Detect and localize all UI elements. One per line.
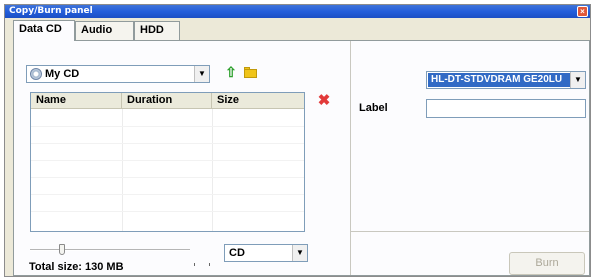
drive-select-value: HL-DT-STDVDRAM GE20LU [428,73,570,87]
title-bar[interactable]: Copy/Burn panel × [5,5,590,18]
up-arrow-icon[interactable]: ⇧ [223,64,239,80]
burn-button[interactable]: Burn [509,252,585,275]
delete-icon[interactable]: ✖ [317,93,331,108]
media-type-value: CD [229,247,245,259]
chevron-down-icon[interactable]: ▼ [194,66,209,82]
tab-panel: My CD ▼ ⇧ Name Duration Size ✖ Total siz… [13,40,590,276]
panel-divider-horizontal [351,231,589,232]
file-list[interactable]: Name Duration Size [30,92,305,232]
tab-audio-cd[interactable]: Audio CD [75,21,134,53]
window-title: Copy/Burn panel [9,6,93,16]
row-gridline [31,143,304,144]
list-header: Name Duration Size [31,93,304,109]
panel-divider [350,41,351,275]
total-size-text: Total size: 130 MB [29,261,124,273]
new-folder-icon[interactable] [243,64,259,80]
disc-select[interactable]: My CD ▼ [26,65,210,83]
slider-thumb[interactable] [59,244,65,255]
chevron-down-icon[interactable]: ▼ [292,245,307,261]
slider-tick [209,263,210,266]
size-slider[interactable] [30,249,190,251]
disc-select-value: My CD [45,68,80,80]
row-gridline [31,177,304,178]
column-header-size[interactable]: Size [212,93,304,109]
folder-body-shape [244,69,257,78]
row-gridline [31,126,304,127]
close-button[interactable]: × [577,6,588,17]
tab-hdd[interactable]: HDD [134,21,180,40]
media-type-select[interactable]: CD ▼ [224,244,308,262]
column-gridline [122,109,123,231]
column-header-name[interactable]: Name [31,93,122,109]
copy-burn-window: Copy/Burn panel × Data CD Audio CD HDD M… [4,4,591,277]
column-gridline [212,109,213,231]
cd-icon [30,68,42,80]
drive-select[interactable]: HL-DT-STDVDRAM GE20LU ▼ [426,71,586,89]
column-header-duration[interactable]: Duration [122,93,212,109]
slider-tick [194,263,195,266]
chevron-down-icon[interactable]: ▼ [570,72,585,88]
row-gridline [31,211,304,212]
label-caption: Label [359,102,388,114]
tab-data-cd[interactable]: Data CD [13,20,75,41]
row-gridline [31,160,304,161]
row-gridline [31,194,304,195]
label-input[interactable] [426,99,586,118]
